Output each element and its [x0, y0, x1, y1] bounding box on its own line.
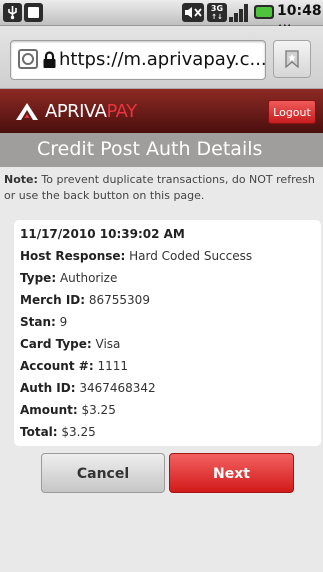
status-bar: 3G ↑↓ 10:48 AM	[0, 0, 323, 34]
lock-icon	[43, 51, 56, 68]
empty-content-area	[0, 500, 323, 572]
battery-icon	[254, 5, 274, 19]
transaction-timestamp: 11/17/2010 10:39:02 AM	[20, 227, 185, 241]
app-header: APRIVAPAY Logout	[0, 89, 323, 133]
brand-part2: PAY	[106, 101, 137, 122]
bookmark-icon	[285, 50, 299, 68]
browser-url-bar: https://m.aprivapay.c...	[0, 26, 323, 89]
brand-logo: APRIVAPAY	[45, 101, 137, 122]
url-field[interactable]: https://m.aprivapay.c...	[10, 40, 267, 80]
duplicate-transaction-note: Note: To prevent duplicate transactions,…	[0, 172, 323, 204]
page-title-bar: Credit Post Auth Details	[0, 133, 323, 167]
detail-row-total: Total: $3.25	[20, 425, 96, 439]
3g-icon: 3G ↑↓	[207, 3, 227, 22]
bookmark-button[interactable]	[273, 40, 311, 78]
apriva-logo-icon	[16, 103, 38, 120]
clock-time: 10:48	[277, 3, 322, 19]
transaction-details-card: 11/17/2010 10:39:02 AM Host Response: Ha…	[14, 220, 321, 446]
usb-icon	[3, 3, 22, 22]
note-text: To prevent duplicate transactions, do NO…	[4, 173, 315, 202]
detail-row-card-type: Card Type: Visa	[20, 337, 121, 351]
next-button[interactable]: Next	[169, 453, 294, 493]
signal-icon	[229, 3, 251, 22]
mute-icon	[182, 3, 204, 22]
page-title: Credit Post Auth Details	[37, 138, 263, 160]
detail-row-type: Type: Authorize	[20, 271, 118, 285]
network-type-label: 3G	[210, 4, 224, 13]
logout-button[interactable]: Logout	[268, 100, 316, 124]
brand-part1: APRIVA	[45, 101, 107, 122]
detail-row-account: Account #: 1111	[20, 359, 128, 373]
cancel-button[interactable]: Cancel	[41, 453, 165, 493]
sd-card-icon	[24, 3, 43, 22]
detail-row-amount: Amount: $3.25	[20, 403, 116, 417]
detail-row-stan: Stan: 9	[20, 315, 68, 329]
url-text: https://m.aprivapay.c...	[59, 49, 267, 70]
note-label: Note:	[4, 173, 38, 186]
detail-row-auth-id: Auth ID: 3467468342	[20, 381, 156, 395]
detail-row-host-response: Host Response: Hard Coded Success	[20, 249, 253, 263]
detail-row-merch-id: Merch ID: 86755309	[20, 293, 150, 307]
globe-icon	[18, 49, 38, 69]
